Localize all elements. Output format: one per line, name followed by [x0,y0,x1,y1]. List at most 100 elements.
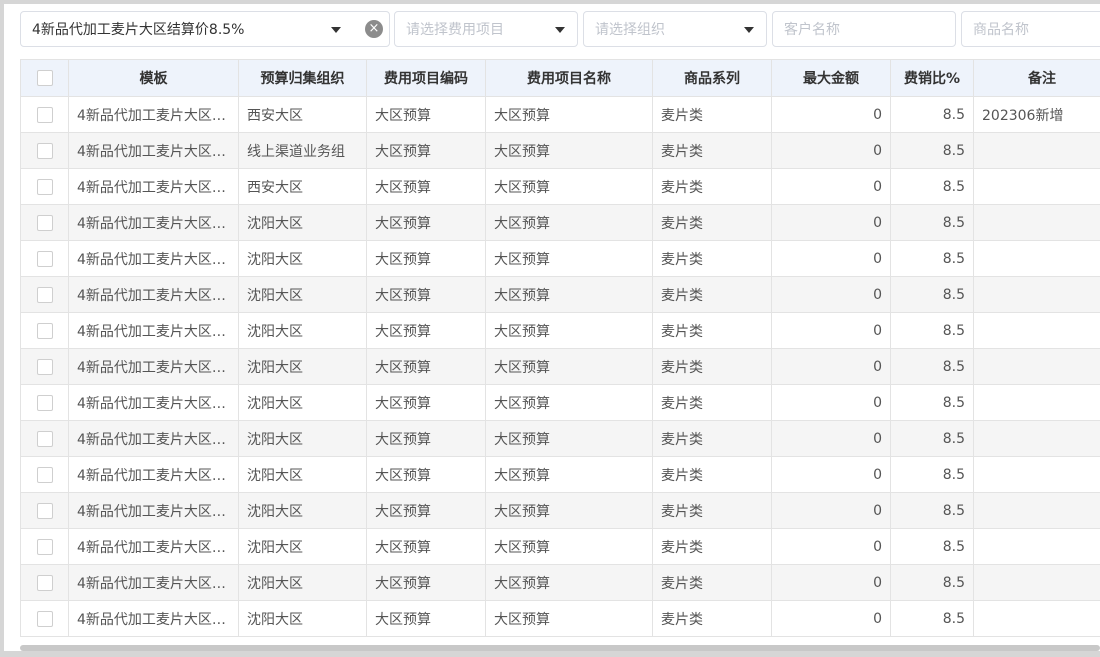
cell-budget-org: 西安大区 [238,96,367,133]
caret-down-icon[interactable] [555,27,565,33]
table-row[interactable]: 4新品代加工麦片大区结算价8.5%沈阳大区大区预算大区预算麦片类08.5 [20,420,1100,457]
cell-budget-org: 沈阳大区 [238,564,367,601]
template-select[interactable]: 4新品代加工麦片大区结算价8.5% × [20,11,390,47]
row-select-cell[interactable] [20,96,69,133]
table-row[interactable]: 4新品代加工麦片大区结算价8.5%沈阳大区大区预算大区预算麦片类08.5 [20,528,1100,565]
row-select-cell[interactable] [20,456,69,493]
header-max-amount[interactable]: 最大金额 [771,59,891,97]
header-expense-name[interactable]: 费用项目名称 [485,59,653,97]
checkbox-icon[interactable] [36,70,53,86]
cell-budget-org: 沈阳大区 [238,384,367,421]
header-template[interactable]: 模板 [68,59,239,97]
cell-template: 4新品代加工麦片大区结算价8.5% [68,528,239,565]
cell-expense-code: 大区预算 [366,96,486,133]
table-row[interactable]: 4新品代加工麦片大区结算价8.5%沈阳大区大区预算大区预算麦片类08.5 [20,600,1100,637]
row-select-cell[interactable] [20,276,69,313]
customer-name-input[interactable]: 客户名称 [772,11,956,47]
cell-max-amount: 0 [771,168,891,205]
checkbox-icon[interactable] [36,502,53,519]
checkbox-icon[interactable] [36,394,53,411]
cell-expense-name: 大区预算 [485,132,653,169]
row-select-cell[interactable] [20,492,69,529]
cell-expense-code: 大区预算 [366,240,486,277]
cell-expense-ratio: 8.5 [890,420,974,457]
cell-remark [973,600,1100,637]
cell-budget-org: 沈阳大区 [238,492,367,529]
checkbox-icon[interactable] [36,466,53,483]
caret-down-icon[interactable] [744,27,754,33]
cell-template: 4新品代加工麦片大区结算价8.5% [68,600,239,637]
cell-max-amount: 0 [771,276,891,313]
cell-template: 4新品代加工麦片大区结算价8.5% [68,456,239,493]
cell-template: 4新品代加工麦片大区结算价8.5% [68,168,239,205]
row-select-cell[interactable] [20,528,69,565]
cell-expense-code: 大区预算 [366,528,486,565]
cell-expense-ratio: 8.5 [890,456,974,493]
cell-expense-name: 大区预算 [485,600,653,637]
cell-budget-org: 西安大区 [238,168,367,205]
header-expense-code[interactable]: 费用项目编码 [366,59,486,97]
caret-down-icon[interactable] [331,27,341,33]
table-row[interactable]: 4新品代加工麦片大区结算价8.5%沈阳大区大区预算大区预算麦片类08.5 [20,348,1100,385]
cell-product-series: 麦片类 [652,420,772,457]
checkbox-icon[interactable] [36,106,53,123]
header-expense-ratio[interactable]: 费销比% [890,59,974,97]
cell-product-series: 麦片类 [652,456,772,493]
table-row[interactable]: 4新品代加工麦片大区结算价8.5%沈阳大区大区预算大区预算麦片类08.5 [20,240,1100,277]
app-frame: 4新品代加工麦片大区结算价8.5% × 请选择费用项目 请选择组织 客户名称 商… [0,0,1100,657]
checkbox-icon[interactable] [36,214,53,231]
cell-product-series: 麦片类 [652,168,772,205]
table-row[interactable]: 4新品代加工麦片大区结算价8.5%西安大区大区预算大区预算麦片类08.5 [20,168,1100,205]
template-select-value: 4新品代加工麦片大区结算价8.5% [32,22,245,38]
checkbox-icon[interactable] [36,430,53,447]
product-name-placeholder: 商品名称 [973,22,1029,38]
row-select-cell[interactable] [20,168,69,205]
cell-expense-code: 大区预算 [366,132,486,169]
row-select-cell[interactable] [20,384,69,421]
cell-template: 4新品代加工麦片大区结算价8.5% [68,564,239,601]
table-row[interactable]: 4新品代加工麦片大区结算价8.5%沈阳大区大区预算大区预算麦片类08.5 [20,276,1100,313]
product-name-input[interactable]: 商品名称 [961,11,1100,47]
row-select-cell[interactable] [20,420,69,457]
cell-expense-ratio: 8.5 [890,564,974,601]
checkbox-icon[interactable] [36,178,53,195]
cell-max-amount: 0 [771,96,891,133]
table-row[interactable]: 4新品代加工麦片大区结算价8.5%沈阳大区大区预算大区预算麦片类08.5 [20,564,1100,601]
org-select[interactable]: 请选择组织 [583,11,767,47]
cell-product-series: 麦片类 [652,384,772,421]
cell-template: 4新品代加工麦片大区结算价8.5% [68,384,239,421]
select-all-cell[interactable] [20,59,69,97]
table-row[interactable]: 4新品代加工麦片大区结算价8.5%沈阳大区大区预算大区预算麦片类08.5 [20,384,1100,421]
row-select-cell[interactable] [20,564,69,601]
header-budget-org[interactable]: 预算归集组织 [238,59,367,97]
table-row[interactable]: 4新品代加工麦片大区结算价8.5%西安大区大区预算大区预算麦片类08.52023… [20,96,1100,133]
table-row[interactable]: 4新品代加工麦片大区结算价8.5%沈阳大区大区预算大区预算麦片类08.5 [20,204,1100,241]
checkbox-icon[interactable] [36,142,53,159]
row-select-cell[interactable] [20,600,69,637]
row-select-cell[interactable] [20,132,69,169]
checkbox-icon[interactable] [36,322,53,339]
cell-expense-ratio: 8.5 [890,312,974,349]
row-select-cell[interactable] [20,204,69,241]
table-row[interactable]: 4新品代加工麦片大区结算价8.5%沈阳大区大区预算大区预算麦片类08.5 [20,312,1100,349]
row-select-cell[interactable] [20,348,69,385]
checkbox-icon[interactable] [36,286,53,303]
checkbox-icon[interactable] [36,610,53,627]
cell-max-amount: 0 [771,312,891,349]
cell-template: 4新品代加工麦片大区结算价8.5% [68,420,239,457]
table-row[interactable]: 4新品代加工麦片大区结算价8.5%沈阳大区大区预算大区预算麦片类08.5 [20,492,1100,529]
expense-item-select[interactable]: 请选择费用项目 [394,11,578,47]
clear-circle-icon[interactable]: × [365,20,383,38]
cell-expense-code: 大区预算 [366,168,486,205]
checkbox-icon[interactable] [36,538,53,555]
row-select-cell[interactable] [20,240,69,277]
table-row[interactable]: 4新品代加工麦片大区结算价8.5%线上渠道业务组大区预算大区预算麦片类08.5 [20,132,1100,169]
header-remark[interactable]: 备注 [973,59,1100,97]
horizontal-scrollbar[interactable] [20,645,1100,651]
checkbox-icon[interactable] [36,358,53,375]
checkbox-icon[interactable] [36,250,53,267]
row-select-cell[interactable] [20,312,69,349]
header-product-series[interactable]: 商品系列 [652,59,772,97]
table-row[interactable]: 4新品代加工麦片大区结算价8.5%沈阳大区大区预算大区预算麦片类08.5 [20,456,1100,493]
checkbox-icon[interactable] [36,574,53,591]
